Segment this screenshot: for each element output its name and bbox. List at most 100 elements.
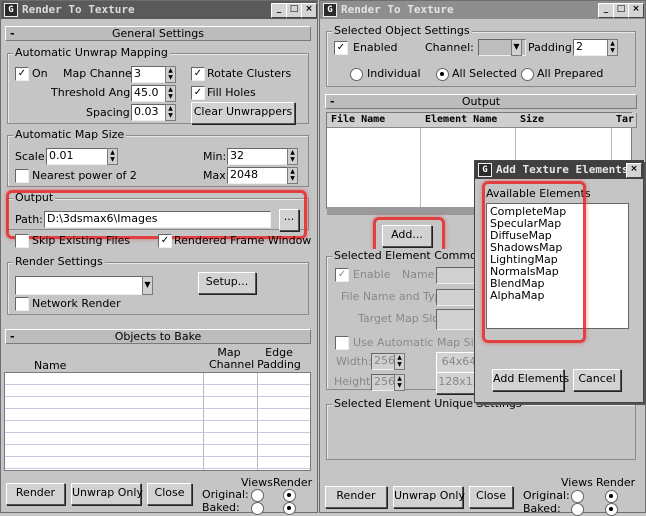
on-checkbox[interactable]: ✓	[15, 67, 29, 81]
app-icon: G	[4, 3, 18, 17]
path-highlight	[6, 190, 307, 239]
individual-radio[interactable]	[350, 68, 363, 81]
height-label: Height:	[334, 375, 375, 388]
unwrap-only-button[interactable]: Unwrap Only	[393, 486, 465, 508]
render-preset-dropdown[interactable]	[15, 276, 151, 295]
minimize-icon[interactable]: _	[598, 3, 614, 18]
enabled-checkbox[interactable]: ✓	[334, 41, 348, 55]
maximize-icon[interactable]: □	[286, 3, 302, 18]
spacing-label: Spacing:	[86, 106, 134, 119]
close-button[interactable]: Close	[147, 483, 192, 505]
height-spinner[interactable]: ▲ ▼	[394, 374, 405, 391]
padding-label: Padding:	[528, 41, 576, 54]
baked-views-radio[interactable]	[251, 502, 264, 515]
nearest-power-checkbox[interactable]	[15, 169, 29, 183]
map-channel-input[interactable]: 3	[131, 66, 167, 83]
render-col-label: Render	[273, 476, 313, 489]
padding-input[interactable]: 2	[573, 39, 609, 56]
threshold-angle-input[interactable]: 45.0	[131, 85, 167, 102]
unwrap-only-button[interactable]: Unwrap Only	[71, 483, 143, 505]
views-label: Views	[561, 476, 593, 489]
rollout-general-settings[interactable]: - General Settings	[5, 26, 311, 41]
rendered-frame-checkbox[interactable]: ✓	[158, 234, 172, 248]
cancel-button[interactable]: Cancel	[573, 369, 621, 391]
scale-input[interactable]: 0.01	[46, 148, 108, 165]
max-spinner[interactable]: ▲ ▼	[287, 167, 298, 184]
max-label: Max:	[203, 169, 230, 182]
maximize-icon[interactable]: □	[613, 3, 629, 18]
close-icon[interactable]: ×	[628, 3, 644, 18]
map-channel-spinner[interactable]: ▲ ▼	[165, 66, 176, 83]
render-button[interactable]: Render	[6, 483, 65, 505]
original-label: Original:	[523, 489, 570, 502]
close-button[interactable]: Close	[469, 486, 513, 508]
elements-highlight	[482, 181, 586, 343]
window-title: Render To Texture	[22, 3, 135, 16]
close-icon[interactable]: ×	[301, 3, 317, 18]
clear-unwrappers-button[interactable]: Clear Unwrappers	[191, 102, 295, 124]
network-render-checkbox[interactable]	[15, 297, 29, 311]
fill-holes-checkbox[interactable]: ✓	[191, 86, 205, 100]
map-channel-label: Map Channel:	[63, 67, 139, 80]
render-button[interactable]: Render	[325, 486, 387, 508]
col-map-channel-header: Map Channel	[209, 346, 255, 371]
width-label: Width:	[336, 355, 372, 368]
add-elements-button[interactable]: Add Elements	[492, 369, 569, 391]
spacing-spinner[interactable]: ▲ ▼	[165, 104, 176, 121]
enable-checkbox[interactable]: ✓	[335, 268, 349, 282]
setup-button[interactable]: Setup...	[198, 272, 256, 294]
padding-spinner[interactable]: ▲ ▼	[607, 39, 618, 56]
col-size-header[interactable]: Size	[516, 113, 617, 128]
original-label: Original:	[202, 488, 249, 501]
baked-label: Baked:	[202, 501, 240, 514]
original-views-radio[interactable]	[251, 489, 264, 502]
min-spinner[interactable]: ▲ ▼	[287, 148, 298, 165]
unique-settings-group: Selected Element Unique Settings	[326, 397, 636, 460]
col-target-header[interactable]: Tar	[612, 113, 637, 128]
original-views-radio[interactable]	[571, 490, 584, 503]
all-selected-radio[interactable]	[436, 68, 449, 81]
collapse-icon: -	[10, 27, 15, 40]
col-file-name-header[interactable]: File Name	[327, 113, 426, 128]
col-element-name-header[interactable]: Element Name	[421, 113, 521, 128]
threshold-spinner[interactable]: ▲ ▼	[165, 85, 176, 102]
app-icon: G	[478, 163, 492, 177]
app-icon: G	[323, 3, 337, 17]
window-title: Render To Texture	[341, 3, 454, 16]
name-label: Name:	[402, 268, 439, 281]
rollout-objects-to-bake[interactable]: - Objects to Bake	[5, 329, 311, 344]
left-titlebar: G Render To Texture _ □ ×	[1, 1, 317, 19]
rendered-frame-label: Rendered Frame Window	[174, 234, 312, 247]
fill-holes-label: Fill Holes	[207, 86, 256, 99]
target-map-slot-label: Target Map Slot:	[358, 312, 448, 325]
skip-existing-checkbox[interactable]	[15, 234, 29, 248]
min-input[interactable]: 32	[227, 148, 289, 165]
baked-views-radio[interactable]	[571, 503, 584, 516]
spacing-input[interactable]: 0.03	[131, 104, 167, 121]
baked-render-radio[interactable]	[283, 502, 296, 515]
network-render-label: Network Render	[32, 297, 121, 310]
scale-label: Scale:	[15, 150, 49, 163]
dialog-close-icon[interactable]: ×	[626, 163, 642, 178]
col-edge-padding-header: Edge Padding	[257, 346, 301, 371]
original-render-radio[interactable]	[283, 489, 296, 502]
all-prepared-radio[interactable]	[521, 68, 534, 81]
rollout-output[interactable]: - Output	[325, 94, 637, 109]
dropdown-arrow-icon[interactable]: ▼	[142, 276, 153, 295]
right-titlebar: G Render To Texture _ □ ×	[320, 1, 645, 19]
collapse-icon: -	[330, 95, 335, 108]
rotate-clusters-label: Rotate Clusters	[207, 67, 292, 80]
use-auto-size-checkbox[interactable]	[335, 336, 349, 350]
baked-label: Baked:	[523, 502, 561, 515]
baked-render-radio[interactable]	[605, 503, 618, 516]
dialog-titlebar: G Add Texture Elements ×	[475, 161, 643, 179]
channel-dropdown-arrow-icon[interactable]: ▼	[511, 39, 522, 56]
rotate-clusters-checkbox[interactable]: ✓	[191, 67, 205, 81]
width-spinner[interactable]: ▲ ▼	[394, 353, 405, 370]
objects-table[interactable]	[4, 372, 311, 471]
original-render-radio[interactable]	[605, 490, 618, 503]
all-selected-label: All Selected	[452, 67, 517, 80]
minimize-icon[interactable]: _	[271, 3, 287, 18]
max-input[interactable]: 2048	[227, 167, 289, 184]
scale-spinner[interactable]: ▲ ▼	[107, 148, 118, 165]
